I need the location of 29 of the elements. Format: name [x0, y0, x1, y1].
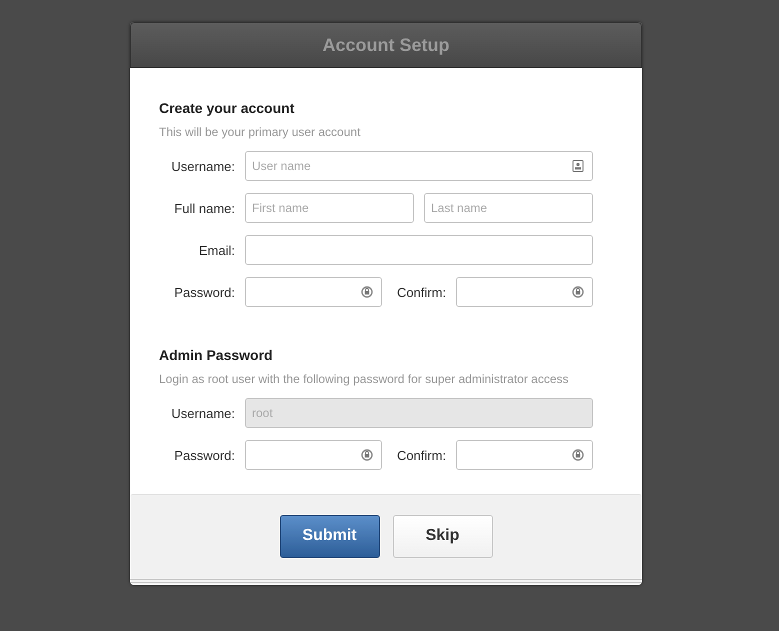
- field-label: Confirm:: [396, 284, 446, 300]
- input-field[interactable]: Last name: [424, 193, 593, 223]
- field-label: Confirm:: [396, 448, 446, 462]
- field-label: Username:: [170, 158, 235, 174]
- field-label: Username:: [170, 406, 235, 420]
- section-heading: Create your account: [159, 100, 296, 116]
- skip-button[interactable]: Skip: [392, 514, 492, 558]
- input-field[interactable]: User name: [245, 151, 593, 181]
- submit-button[interactable]: Submit: [280, 514, 380, 558]
- contact-card-icon: [572, 160, 584, 172]
- input-field[interactable]: [456, 440, 593, 470]
- field-label: Password:: [173, 284, 235, 300]
- section-heading: Admin Password: [159, 347, 274, 363]
- lock-icon: [572, 286, 584, 298]
- field-label: Full name:: [173, 200, 235, 216]
- window-title: Account Setup: [322, 34, 450, 56]
- input-field[interactable]: [245, 277, 382, 307]
- input-field[interactable]: [456, 277, 593, 307]
- input-field[interactable]: First name: [245, 193, 414, 223]
- lock-icon: [572, 449, 584, 461]
- lock-icon: [360, 286, 373, 298]
- section-description: This will be your primary user account: [159, 125, 362, 139]
- input-field[interactable]: [245, 235, 593, 265]
- lock-icon: [360, 449, 373, 461]
- input-field[interactable]: [245, 440, 382, 470]
- field-label: Password:: [173, 448, 235, 462]
- section-description: Login as root user with the following password for super administrator access: [159, 372, 570, 386]
- field-label: Email:: [198, 242, 235, 258]
- input-field: root: [245, 398, 593, 428]
